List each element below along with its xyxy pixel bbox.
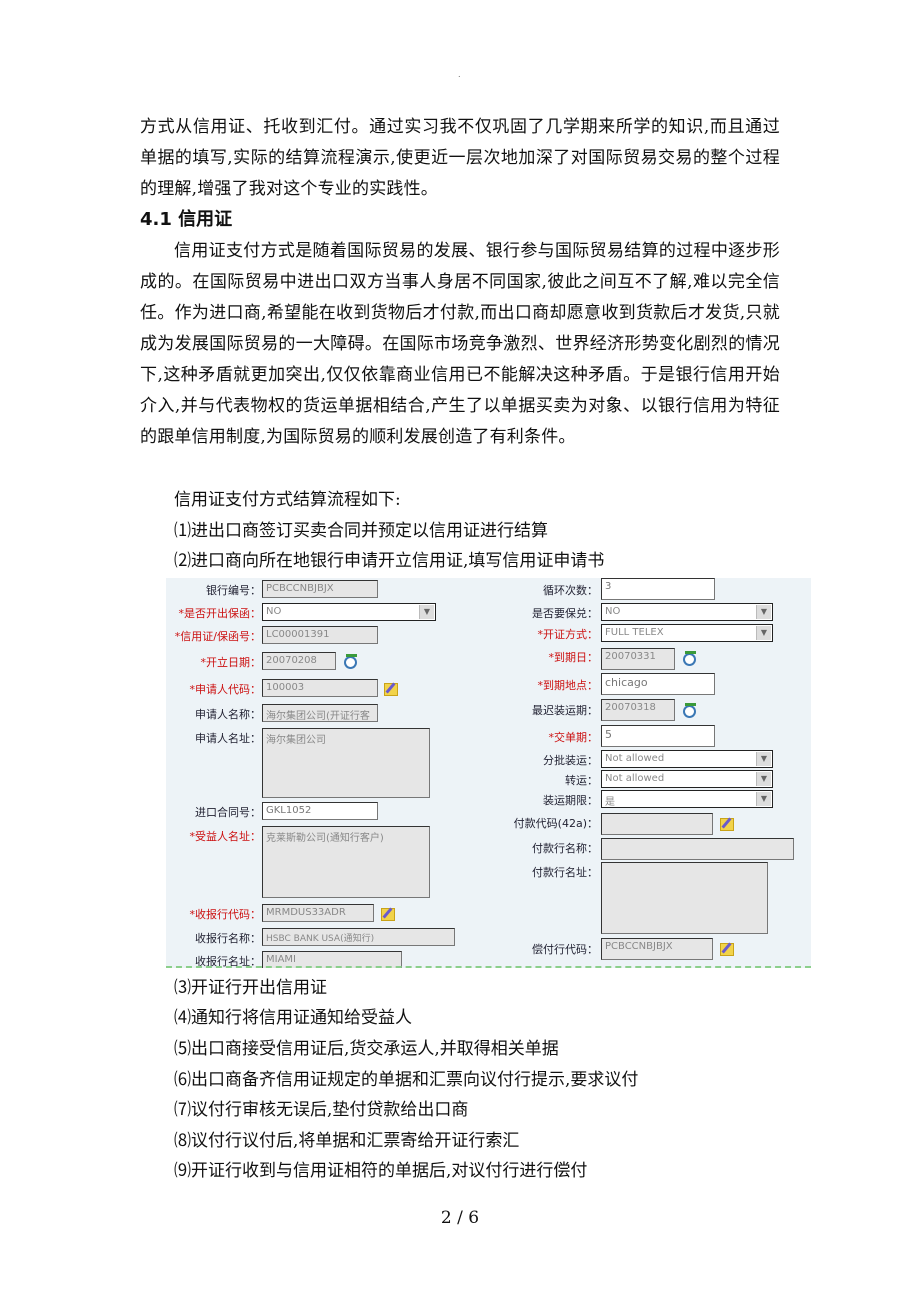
step-6: ⑹出口商备齐信用证规定的单据和汇票向议付行提示,要求议付 xyxy=(174,1070,639,1090)
step-7: ⑺议付行审核无误后,垫付贷款给出口商 xyxy=(174,1100,469,1120)
page-number: 2 / 6 xyxy=(440,1208,480,1228)
receiving-bank-code-label: *收报行代码： xyxy=(189,908,262,921)
edit-lookup-icon[interactable] xyxy=(381,908,395,921)
transshipment-select[interactable]: Not allowed ▼ xyxy=(601,770,773,788)
chevron-down-icon[interactable]: ▼ xyxy=(756,626,771,640)
step-2: ⑵进口商向所在地银行申请开立信用证,填写信用证申请书 xyxy=(174,551,605,571)
transshipment-label: 转运： xyxy=(565,774,598,787)
import-contract-field[interactable]: GKL1052 xyxy=(262,802,378,820)
latest-shipment-field[interactable]: 20070318 xyxy=(601,699,675,721)
section-heading: 4.1 信用证 xyxy=(140,209,233,230)
chevron-down-icon[interactable]: ▼ xyxy=(756,792,771,806)
receiving-bank-address-field[interactable]: MIAMI xyxy=(262,951,402,968)
issue-date-label: *开立日期： xyxy=(200,656,262,669)
page-marker: . xyxy=(458,70,461,79)
presentation-period-label: *交单期： xyxy=(548,731,599,744)
issue-guarantee-value: NO xyxy=(266,606,282,617)
expiry-place-field[interactable]: chicago xyxy=(601,673,715,695)
step-4: ⑷通知行将信用证通知给受益人 xyxy=(174,1008,412,1028)
partial-shipment-select[interactable]: Not allowed ▼ xyxy=(601,750,773,768)
chevron-down-icon[interactable]: ▼ xyxy=(419,605,434,619)
partial-shipment-value: Not allowed xyxy=(605,753,665,764)
chevron-down-icon[interactable]: ▼ xyxy=(756,772,771,786)
applicant-name-label: 申请人名称： xyxy=(195,708,261,721)
lc-number-label: *信用证/保函号： xyxy=(174,630,261,643)
step-9: ⑼开证行收到与信用证相符的单据后,对议付行进行偿付 xyxy=(174,1161,588,1181)
transshipment-value: Not allowed xyxy=(605,773,665,784)
issue-guarantee-select[interactable]: NO ▼ xyxy=(262,603,436,621)
payer-bank-address-field[interactable] xyxy=(601,862,768,934)
shipment-period-value: 是 xyxy=(605,797,615,808)
payer-code-label: 付款代码(42a)： xyxy=(513,817,598,830)
section-paragraph: 信用证支付方式是随着国际贸易的发展、银行参与国际贸易结算的过程中逐步形成的。在国… xyxy=(140,241,780,447)
step-1: ⑴进出口商签订买卖合同并预定以信用证进行结算 xyxy=(174,521,548,541)
receiving-bank-address-label: 收报行名址： xyxy=(195,955,261,968)
receiving-bank-name-label: 收报行名称： xyxy=(195,932,261,945)
chevron-down-icon[interactable]: ▼ xyxy=(756,605,771,619)
issue-method-label: *开证方式： xyxy=(537,628,599,641)
applicant-code-label: *申请人代码： xyxy=(189,683,262,696)
require-confirmation-label: 是否要保兑： xyxy=(532,607,598,620)
edit-lookup-icon[interactable] xyxy=(384,683,398,696)
payer-bank-name-label: 付款行名称： xyxy=(532,842,598,855)
issue-guarantee-label: *是否开出保函： xyxy=(178,607,262,620)
beneficiary-address-field[interactable]: 克莱斯勒公司(通知行客户) xyxy=(262,826,430,898)
step-3: ⑶开证行开出信用证 xyxy=(174,978,327,998)
step-8: ⑻议付行议付后,将单据和汇票寄给开证行索汇 xyxy=(174,1131,520,1151)
reimbursing-bank-code-label: 偿付行代码： xyxy=(532,943,598,956)
revolving-times-field[interactable]: 3 xyxy=(601,578,715,600)
lc-application-form: 银行编号： PCBCCNBJBJX *是否开出保函： NO ▼ *信用证/保函号：… xyxy=(166,578,811,968)
expiry-place-label: *到期地点： xyxy=(537,679,599,692)
applicant-code-field[interactable]: 100003 xyxy=(262,679,378,697)
flow-intro: 信用证支付方式结算流程如下: xyxy=(174,490,401,510)
issue-method-value: FULL TELEX xyxy=(605,627,664,638)
receiving-bank-code-field[interactable]: MRMDUS33ADR xyxy=(262,904,374,922)
lc-number-field[interactable]: LC00001391 xyxy=(262,626,378,644)
latest-shipment-label: 最迟装运期： xyxy=(532,704,598,717)
edit-lookup-icon[interactable] xyxy=(720,818,734,831)
revolving-times-label: 循环次数： xyxy=(543,584,598,597)
calendar-icon[interactable] xyxy=(683,651,696,666)
expiry-date-label: *到期日： xyxy=(548,651,599,664)
payer-code-field[interactable] xyxy=(601,813,713,835)
import-contract-label: 进口合同号： xyxy=(195,806,261,819)
intro-paragraph: 方式从信用证、托收到汇付。通过实习我不仅巩固了几学期来所学的知识,而且通过单据的… xyxy=(140,117,780,199)
issue-date-field[interactable]: 20070208 xyxy=(262,652,336,670)
receiving-bank-name-field[interactable]: HSBC BANK USA(通知行) xyxy=(262,928,455,946)
shipment-period-select[interactable]: 是 ▼ xyxy=(601,790,773,808)
require-confirmation-select[interactable]: NO ▼ xyxy=(601,603,773,621)
beneficiary-address-label: *受益人名址： xyxy=(189,830,262,843)
expiry-date-field[interactable]: 20070331 xyxy=(601,648,675,670)
chevron-down-icon[interactable]: ▼ xyxy=(756,752,771,766)
payer-bank-name-field[interactable] xyxy=(601,838,794,860)
step-5: ⑸出口商接受信用证后,货交承运人,并取得相关单据 xyxy=(174,1039,559,1059)
bank-code-field[interactable]: PCBCCNBJBJX xyxy=(262,580,378,598)
applicant-name-field[interactable]: 海尔集团公司(开证行客 xyxy=(262,704,378,722)
partial-shipment-label: 分批装运： xyxy=(543,754,598,767)
bank-code-label: 银行编号： xyxy=(206,584,261,597)
reimbursing-bank-code-field[interactable]: PCBCCNBJBJX xyxy=(601,938,713,960)
presentation-period-field[interactable]: 5 xyxy=(601,725,715,747)
payer-bank-address-label: 付款行名址： xyxy=(532,866,598,879)
edit-lookup-icon[interactable] xyxy=(720,943,734,956)
calendar-icon[interactable] xyxy=(683,703,696,718)
shipment-period-label: 装运期限： xyxy=(543,794,598,807)
applicant-address-field[interactable]: 海尔集团公司 xyxy=(262,728,430,798)
issue-method-select[interactable]: FULL TELEX ▼ xyxy=(601,624,773,642)
require-confirmation-value: NO xyxy=(605,606,621,617)
calendar-icon[interactable] xyxy=(344,654,357,669)
applicant-address-label: 申请人名址： xyxy=(195,732,261,745)
